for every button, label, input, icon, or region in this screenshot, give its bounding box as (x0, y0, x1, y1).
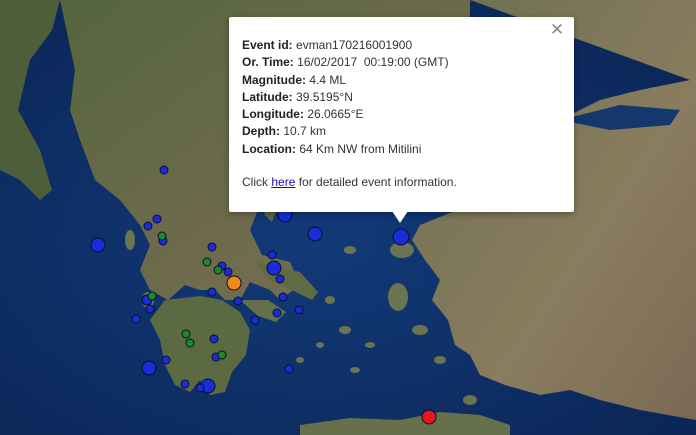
longitude-value: 26.0665°E (307, 107, 364, 122)
location-value: 64 Km NW from Mitilini (299, 141, 422, 156)
earthquake-marker-blue[interactable] (209, 334, 219, 344)
details-line: Click here for detailed event informatio… (242, 174, 560, 191)
earthquake-marker-blue[interactable] (152, 214, 162, 224)
earthquake-marker-blue[interactable] (207, 242, 217, 252)
magnitude-value: 4.4 ML (309, 72, 347, 87)
longitude-row: Longitude: 26.0665°E (242, 106, 560, 123)
event-id-label: Event id: (242, 38, 293, 52)
close-icon[interactable]: ✕ (549, 22, 565, 39)
earthquake-marker-blue[interactable] (233, 296, 243, 306)
click-prefix: Click (242, 175, 268, 190)
earthquake-marker-blue[interactable] (250, 315, 260, 325)
latitude-row: Latitude: 39.5195°N (242, 89, 560, 106)
earthquake-marker-blue[interactable] (392, 228, 410, 246)
popup-pointer (392, 211, 408, 223)
earthquake-marker-blue[interactable] (180, 379, 190, 389)
click-suffix: for detailed event information. (298, 175, 457, 190)
magnitude-row: Magnitude: 4.4 ML (242, 72, 560, 89)
depth-row: Depth: 10.7 km (242, 123, 560, 140)
earthquake-marker-blue[interactable] (307, 226, 323, 242)
depth-label: Depth: (242, 124, 280, 139)
latitude-label: Latitude: (242, 89, 293, 104)
event-id-row: Event id: evman170216001900 (242, 37, 560, 54)
earthquake-marker-blue[interactable] (161, 355, 171, 365)
earthquake-marker-blue[interactable] (159, 165, 169, 175)
earthquake-marker-green[interactable] (157, 231, 167, 241)
earthquake-marker-orange[interactable] (226, 275, 242, 291)
time-label: Or. Time: (242, 55, 294, 70)
earthquake-marker-blue[interactable] (272, 308, 282, 318)
time-row: Or. Time: 16/02/2017 00:19:00 (GMT) (242, 54, 560, 71)
event-id-value: evman170216001900 (296, 38, 413, 52)
earthquake-marker-green[interactable] (217, 350, 227, 360)
latitude-value: 39.5195°N (296, 89, 353, 104)
earthquake-marker-blue[interactable] (278, 292, 288, 302)
earthquake-marker-blue[interactable] (275, 274, 285, 284)
earthquake-marker-green[interactable] (181, 329, 191, 339)
earthquake-marker-blue[interactable] (284, 364, 294, 374)
earthquake-marker-blue[interactable] (141, 360, 157, 376)
event-info-popup: Event id: evman170216001900 Or. Time: 16… (229, 17, 574, 212)
earthquake-marker-blue[interactable] (223, 267, 233, 277)
details-link[interactable]: here (271, 175, 295, 189)
earthquake-marker-blue[interactable] (207, 287, 217, 297)
time-value: 16/02/2017 00:19:00 (GMT) (297, 55, 449, 70)
earthquake-marker-blue[interactable] (145, 304, 155, 314)
earthquake-marker-blue[interactable] (195, 383, 205, 393)
earthquake-marker-green[interactable] (147, 291, 157, 301)
earthquake-marker-blue[interactable] (294, 305, 304, 315)
earthquake-marker-green[interactable] (213, 265, 223, 275)
earthquake-marker-blue[interactable] (267, 250, 277, 260)
earthquake-marker-green[interactable] (202, 257, 212, 267)
earthquake-marker-red[interactable] (421, 409, 437, 425)
depth-value: 10.7 km (283, 124, 327, 139)
earthquake-marker-blue[interactable] (143, 221, 153, 231)
earthquake-marker-blue[interactable] (131, 314, 141, 324)
longitude-label: Longitude: (242, 107, 304, 122)
magnitude-label: Magnitude: (242, 72, 306, 87)
location-label: Location: (242, 141, 296, 156)
earthquake-marker-blue[interactable] (90, 237, 106, 253)
earthquake-marker-green[interactable] (185, 338, 195, 348)
earthquake-marker-blue[interactable] (266, 260, 282, 276)
location-row: Location: 64 Km NW from Mitilini (242, 141, 560, 158)
